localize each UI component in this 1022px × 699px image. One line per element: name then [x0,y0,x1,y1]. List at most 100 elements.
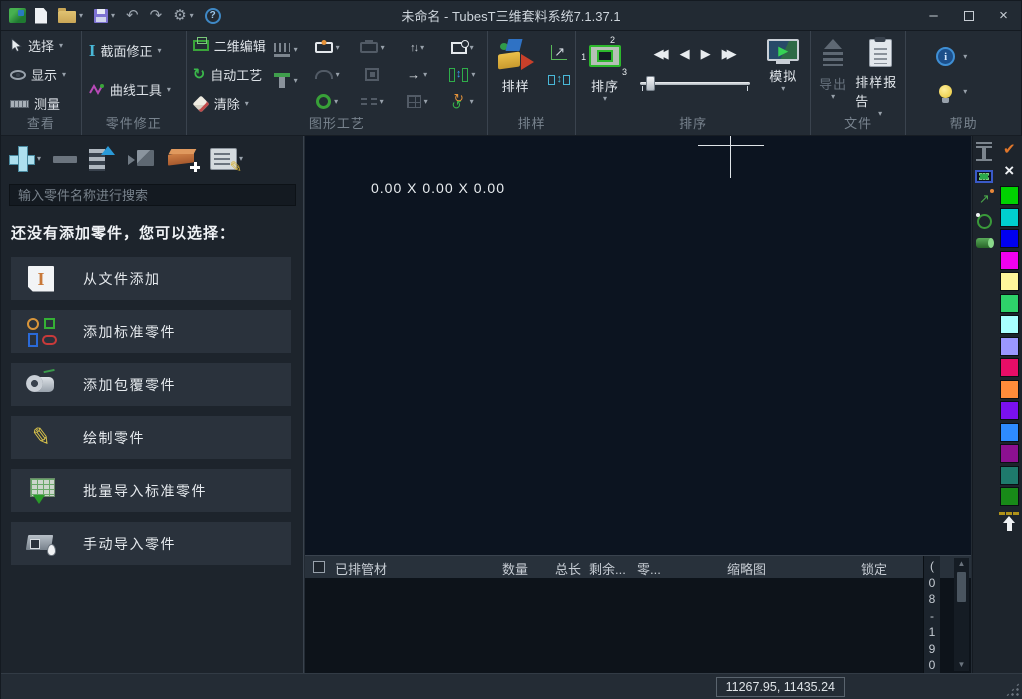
add-wrap-part-button[interactable]: 添加包覆零件 [11,363,291,406]
chevron-down-icon[interactable]: ▾ [471,71,475,79]
column-header-parts[interactable]: 零... [637,559,661,578]
about-button[interactable]: i ▾ [906,47,1021,66]
batch-import-standard-button[interactable]: 批量导入标准零件 [11,469,291,512]
chevron-down-icon[interactable]: ▾ [59,42,63,50]
chevron-down-icon[interactable]: ▾ [603,95,607,103]
compare-boxes-button[interactable]: ↕ [548,74,570,85]
section-fix-button[interactable]: I 截面修正 ▾ [82,31,186,70]
collapse-up-icon[interactable] [1003,516,1015,532]
scroll-up-icon[interactable]: ▲ [958,558,966,570]
previous-step-button[interactable]: ◀ [680,47,690,60]
chevron-down-icon[interactable]: ▾ [167,86,171,94]
close-button[interactable]: × [986,1,1021,30]
chevron-down-icon[interactable]: ▾ [79,12,83,20]
redo-button[interactable]: ↷ [148,6,165,25]
color-swatch[interactable] [1000,272,1019,291]
tips-button[interactable]: ▾ [906,82,1021,101]
tool-gap-swap-button[interactable]: ↕▾ [440,61,485,88]
scrollbar-thumb[interactable] [957,572,966,602]
column-header-lock[interactable]: 锁定 [861,559,887,578]
cancel-x-icon[interactable]: × [1004,160,1014,181]
nest-report-button[interactable]: 排样报告 ▾ [855,31,905,118]
chevron-down-icon[interactable]: ▾ [62,71,66,79]
nest-button[interactable]: 排样 [488,31,543,95]
add-standard-part-button[interactable]: 添加标准零件 [11,310,291,353]
sequence-slider[interactable] [640,82,750,85]
chevron-down-icon[interactable]: ▾ [158,47,162,55]
convert-part-button[interactable] [128,148,156,170]
new-file-button[interactable] [33,6,49,26]
chevron-down-icon[interactable]: ▾ [334,98,338,106]
add-material-button[interactable] [168,148,198,170]
auto-process-button[interactable]: ↻ 自动工艺 [187,60,267,89]
settings-button[interactable]: ⚙▾ [171,6,195,25]
color-swatch[interactable] [1000,487,1019,506]
chevron-down-icon[interactable]: ▾ [470,44,474,52]
chevron-down-icon[interactable]: ▾ [336,44,340,52]
first-step-button[interactable]: ◀◀ [654,47,669,60]
chevron-down-icon[interactable]: ▾ [963,53,967,61]
export-button[interactable]: 导出 ▾ [811,31,855,118]
part-search-input[interactable] [9,184,296,206]
sort-button[interactable]: 1 2 3 排序 ▾ [576,31,634,103]
chevron-down-icon[interactable]: ▾ [781,85,785,93]
next-step-button[interactable]: ▶ [701,47,711,60]
edit-list-button[interactable]: ✎▾ [210,148,243,170]
select-button[interactable]: 选择 ▾ [1,31,81,60]
chevron-down-icon[interactable]: ▾ [381,44,385,52]
display-button[interactable]: 显示 ▾ [1,60,81,89]
chevron-down-icon[interactable]: ▾ [963,88,967,96]
chevron-down-icon[interactable]: ▾ [831,93,835,101]
chevron-down-icon[interactable]: ▾ [420,44,424,52]
chevron-down-icon[interactable]: ▾ [37,155,41,163]
color-swatch[interactable] [1000,423,1019,442]
color-swatch[interactable] [1000,186,1019,205]
undo-button[interactable]: ↶ [124,6,141,25]
chevron-down-icon[interactable]: ▾ [470,98,474,106]
color-swatch[interactable] [1000,208,1019,227]
tool-sort-updown-button[interactable]: ↑↓▾ [395,34,440,61]
chevron-down-icon[interactable]: ▾ [190,12,194,20]
color-swatch[interactable] [1000,401,1019,420]
chevron-down-icon[interactable]: ▾ [245,100,249,108]
table-scrollbar[interactable]: ▲ ▼ [954,558,969,671]
resize-grip[interactable] [1005,682,1020,697]
open-file-button[interactable]: ▾ [56,6,85,25]
move-diagonal-icon[interactable]: ↗ [979,192,990,205]
add-part-button[interactable]: ▾ [9,146,41,172]
color-swatch[interactable] [1000,229,1019,248]
chevron-down-icon[interactable]: ▾ [423,71,427,79]
column-header-nested-tubes[interactable]: 已排管材 [335,559,387,578]
tool-corner-node-button[interactable]: ▾ [440,34,485,61]
chevron-down-icon[interactable]: ▾ [111,12,115,20]
column-header-total-length[interactable]: 总长 [555,559,581,578]
color-swatch[interactable] [1000,444,1019,463]
tool-lead-in-button[interactable]: →▾ [395,61,440,88]
tool-rotate-button[interactable]: ↻↺▾ [440,88,485,115]
color-swatch[interactable] [1000,466,1019,485]
chevron-down-icon[interactable]: ▾ [380,98,384,106]
tool-grid-button[interactable]: ▾ [395,88,440,115]
tool-inner-square-button[interactable] [350,61,395,88]
tool-frame-mark-button[interactable]: ▾ [305,34,350,61]
plate-view-icon[interactable] [975,170,993,183]
tool-support-button[interactable]: ▾ [274,43,298,57]
draw-part-button[interactable]: ✎ 绘制零件 [11,416,291,459]
color-swatch[interactable] [1000,294,1019,313]
chevron-down-icon[interactable]: ▾ [336,71,340,79]
column-header-remaining[interactable]: 剩余... [589,559,626,578]
tool-stub-button[interactable]: ▾ [274,73,298,88]
manual-import-part-button[interactable]: 手动导入零件 [11,522,291,565]
color-swatch[interactable] [1000,337,1019,356]
chevron-down-icon[interactable]: ▾ [294,46,298,54]
last-step-button[interactable]: ▶▶ [722,47,737,60]
section-view-icon[interactable] [976,142,992,161]
viewport-canvas[interactable]: 0.00 X 0.00 X 0.00 已排管材 数量 总长 剩余... 零...… [305,136,971,673]
maximize-button[interactable] [951,1,986,30]
add-from-file-button[interactable]: I 从文件添加 [11,257,291,300]
import-part-list-button[interactable] [89,146,116,172]
tool-cloud-button[interactable]: ▾ [305,61,350,88]
tool-ring-button[interactable]: ▾ [305,88,350,115]
confirm-check-icon[interactable]: ✔ [1003,140,1016,160]
measure-extent-button[interactable]: ↗ [551,45,567,60]
